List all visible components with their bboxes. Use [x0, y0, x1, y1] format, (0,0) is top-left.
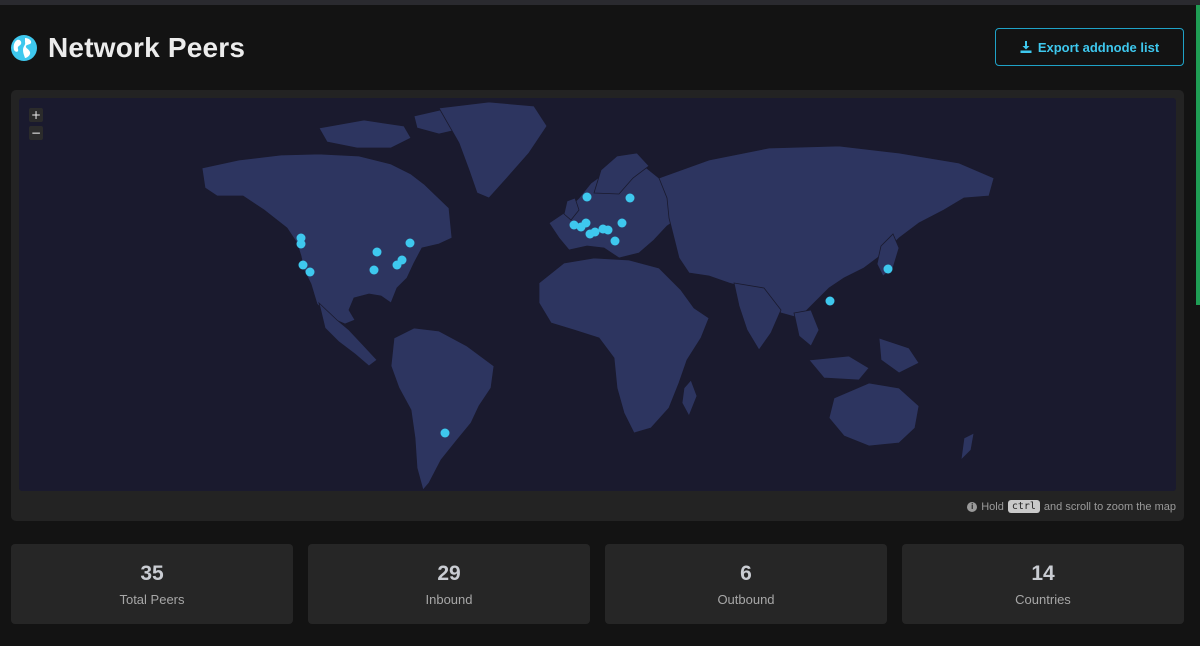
stat-label: Inbound [425, 592, 473, 607]
stat-value: 14 [1031, 562, 1055, 585]
stat-value: 6 [740, 562, 752, 585]
peer-marker [582, 192, 592, 202]
world-map[interactable]: + − [19, 98, 1176, 491]
zoom-hint: i Hold ctrl and scroll to zoom the map [967, 500, 1176, 513]
zoom-in-button[interactable]: + [29, 108, 43, 122]
stat-value: 29 [437, 562, 461, 585]
scroll-indicator[interactable] [1196, 5, 1200, 305]
peer-marker [397, 255, 407, 265]
stat-value: 35 [140, 562, 164, 585]
world-map-svg [201, 101, 995, 491]
peer-marker [617, 218, 627, 228]
stat-card-countries: 14 Countries [902, 544, 1184, 624]
peer-marker [405, 238, 415, 248]
stat-card-outbound: 6 Outbound [605, 544, 887, 624]
peer-marker [296, 239, 306, 249]
map-land [201, 101, 995, 491]
peer-marker [883, 264, 893, 274]
stat-label: Countries [1015, 592, 1071, 607]
top-bar [0, 0, 1200, 5]
ctrl-key-badge: ctrl [1007, 500, 1040, 513]
title-group: Network Peers [10, 32, 245, 64]
peer-marker [590, 227, 600, 237]
info-icon: i [967, 501, 978, 512]
hint-suffix: and scroll to zoom the map [1043, 500, 1176, 513]
stats-row: 35 Total Peers 29 Inbound 6 Outbound 14 … [11, 544, 1184, 624]
peer-marker [440, 428, 450, 438]
page-title: Network Peers [48, 32, 246, 63]
peer-marker [610, 236, 620, 246]
peer-marker [825, 296, 835, 306]
stat-label: Outbound [717, 592, 775, 607]
peer-marker [625, 193, 635, 203]
zoom-out-button[interactable]: − [29, 126, 43, 140]
hint-prefix: Hold [981, 500, 1004, 513]
download-icon [1020, 41, 1032, 53]
peer-marker [369, 265, 379, 275]
zoom-controls: + − [29, 108, 43, 144]
stat-card-inbound: 29 Inbound [308, 544, 590, 624]
page-header: Network Peers Export addnode list [10, 28, 1184, 70]
map-card: + − i Hold ctrl and scroll to zoom the m… [11, 90, 1184, 521]
peer-marker [581, 218, 591, 228]
globe-icon [11, 35, 37, 61]
peer-marker [603, 225, 613, 235]
peer-marker [298, 260, 308, 270]
stat-card-total-peers: 35 Total Peers [11, 544, 293, 624]
peer-marker [305, 267, 315, 277]
stat-label: Total Peers [119, 592, 185, 607]
export-button-label: Export addnode list [1037, 39, 1160, 55]
peer-marker [372, 247, 382, 257]
export-addnode-button[interactable]: Export addnode list [995, 28, 1184, 66]
